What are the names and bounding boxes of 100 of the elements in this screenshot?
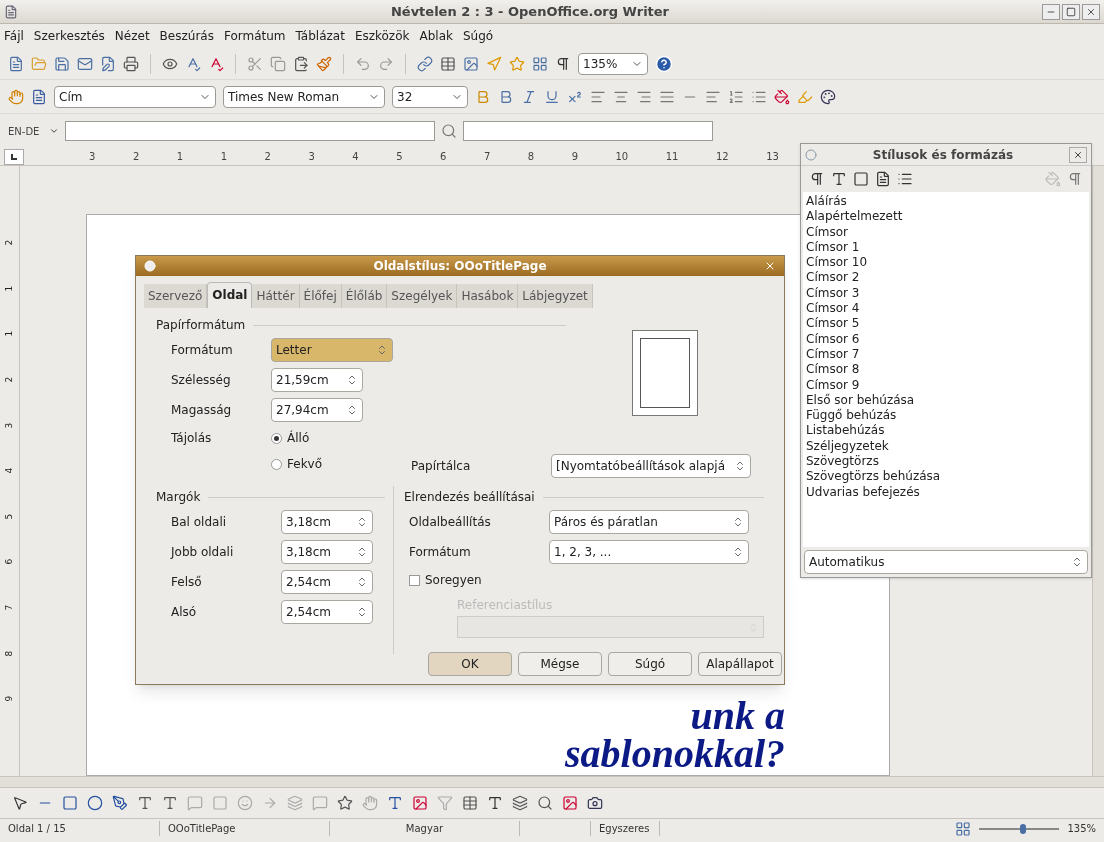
width-spinbox[interactable]: 21,59cm — [271, 368, 363, 392]
menu-item[interactable]: Szerkesztés — [33, 27, 105, 45]
tab-stop-icon[interactable] — [11, 153, 17, 160]
style-item[interactable]: Címsor 10 — [806, 255, 1086, 271]
paragraph-style-combo[interactable]: Cím — [54, 85, 216, 108]
maximize-button[interactable] — [1062, 3, 1080, 20]
close-button[interactable] — [1082, 3, 1100, 20]
style-filter-dropdown[interactable]: Automatikus — [804, 550, 1088, 574]
style-item[interactable]: Aláírás — [806, 194, 1086, 210]
text-cursor-icon[interactable] — [487, 795, 503, 811]
paper-tray-dropdown[interactable]: [Nyomtatóbeállítások alapjá — [551, 454, 751, 478]
ellipse-icon[interactable] — [87, 795, 103, 811]
margin-spinbox[interactable]: 2,54cm — [281, 570, 373, 594]
dialog-button[interactable]: Alapállapot — [698, 652, 782, 676]
font-size-combo[interactable]: 32 — [392, 85, 468, 108]
gallery-icon[interactable] — [532, 55, 548, 72]
language-selector[interactable]: EN-DE — [8, 123, 40, 139]
frame-icon[interactable] — [512, 795, 528, 811]
new-document-icon[interactable] — [8, 55, 24, 72]
close-icon[interactable] — [764, 260, 776, 272]
style-item[interactable]: Első sor behúzása — [806, 392, 1086, 409]
menu-item[interactable]: Beszúrás — [159, 27, 214, 45]
menu-item[interactable]: Ablak — [419, 27, 453, 45]
style-item[interactable]: Címsor 1 — [806, 239, 1086, 256]
style-item[interactable]: Címsor 8 — [806, 362, 1086, 378]
curve-icon[interactable] — [112, 795, 128, 811]
style-item[interactable]: Címsor 3 — [806, 285, 1086, 302]
replace-field[interactable] — [463, 121, 714, 141]
vertical-scrollbar[interactable] — [1092, 166, 1104, 776]
style-item[interactable]: Címsor 5 — [806, 316, 1086, 332]
image-icon[interactable] — [463, 55, 479, 72]
camera-icon[interactable] — [587, 795, 603, 811]
checkbox[interactable] — [409, 574, 420, 586]
radio-label[interactable]: Fekvő — [287, 455, 323, 473]
dialog-tab[interactable]: Oldal — [207, 282, 253, 308]
style-catalog-icon[interactable] — [31, 88, 47, 105]
dialog-tab[interactable]: Lábjegyzet — [518, 284, 593, 308]
margin-spinbox[interactable]: 3,18cm — [281, 510, 373, 534]
pointer-icon[interactable] — [12, 795, 28, 811]
style-item[interactable]: Széljegyzetek — [806, 438, 1086, 455]
style-item[interactable]: Szövegtörzs behúzása — [806, 469, 1086, 485]
radio-button[interactable] — [271, 458, 282, 470]
radio-label[interactable]: Álló — [287, 429, 310, 447]
checkbox-label[interactable]: Soregyen — [425, 571, 482, 589]
scissors-icon[interactable] — [247, 55, 263, 72]
bold-icon[interactable] — [498, 88, 514, 105]
style-item[interactable]: Címsor 9 — [806, 377, 1086, 393]
underline-icon[interactable] — [544, 88, 560, 105]
character-styles-icon[interactable] — [831, 171, 847, 187]
style-item[interactable]: Udvarias befejezés — [806, 484, 1086, 500]
menu-item[interactable]: Fájl — [4, 27, 24, 45]
menu-item[interactable]: Nézet — [114, 27, 150, 45]
copy-icon[interactable] — [270, 55, 286, 72]
printer-icon[interactable] — [123, 55, 139, 72]
font-color-icon[interactable] — [774, 88, 790, 105]
highlighter-icon[interactable] — [797, 88, 813, 105]
style-item[interactable]: Listabehúzás — [806, 423, 1086, 439]
paragraph-styles-icon[interactable] — [809, 171, 825, 187]
dialog-tab[interactable]: Élőláb — [341, 284, 388, 308]
fontwork-icon[interactable] — [387, 795, 403, 811]
format-dropdown[interactable]: Letter — [271, 338, 393, 362]
dialog-tab[interactable]: Élőfej — [299, 284, 342, 308]
style-item[interactable]: Szövegtörzs — [806, 454, 1086, 470]
dialog-button[interactable]: Súgó — [608, 652, 692, 676]
italic-icon[interactable] — [521, 88, 537, 105]
numbered-list-icon[interactable] — [728, 88, 744, 105]
frame-styles-icon[interactable] — [853, 171, 869, 187]
styles-icon[interactable] — [8, 88, 24, 105]
star-shape-icon[interactable] — [337, 795, 353, 811]
style-item[interactable]: Címsor 2 — [806, 270, 1086, 286]
find-icon[interactable] — [537, 795, 553, 811]
view-layout-icon[interactable] — [955, 820, 972, 837]
dialog-button[interactable]: Mégse — [518, 652, 602, 676]
paste-icon[interactable] — [293, 55, 309, 72]
insert-image-icon[interactable] — [412, 795, 428, 811]
style-item[interactable]: Függő behúzás — [806, 408, 1086, 424]
align-objects-icon[interactable] — [462, 795, 478, 811]
style-item[interactable]: Címsor 6 — [806, 331, 1086, 347]
minimize-button[interactable] — [1042, 3, 1060, 20]
numbering-dropdown[interactable]: 1, 2, 3, ... — [549, 540, 749, 564]
search-field[interactable] — [65, 121, 436, 141]
mail-icon[interactable] — [77, 55, 93, 72]
navigator-icon[interactable] — [486, 55, 502, 72]
menu-item[interactable]: Eszközök — [354, 27, 410, 45]
background-color-icon[interactable] — [820, 88, 836, 105]
pilcrow-icon[interactable] — [555, 55, 571, 72]
text-frame-icon[interactable] — [137, 795, 153, 811]
horizontal-scrollbar[interactable] — [0, 776, 1104, 788]
menu-item[interactable]: Formátum — [223, 27, 286, 45]
rectangle-icon[interactable] — [62, 795, 78, 811]
menu-item[interactable]: Táblázat — [295, 27, 345, 45]
new-style-icon[interactable] — [1067, 171, 1083, 187]
dialog-tab[interactable]: Hasábok — [457, 284, 519, 308]
zoom-combo[interactable]: 135% — [578, 52, 648, 75]
autospellcheck-icon[interactable] — [208, 55, 224, 72]
style-item[interactable]: Címsor 7 — [806, 346, 1086, 363]
font-name-combo[interactable]: Times New Roman — [223, 85, 385, 108]
star-icon[interactable] — [509, 55, 525, 72]
zoom-slider-thumb[interactable] — [1020, 823, 1027, 834]
help-icon[interactable] — [655, 54, 673, 73]
